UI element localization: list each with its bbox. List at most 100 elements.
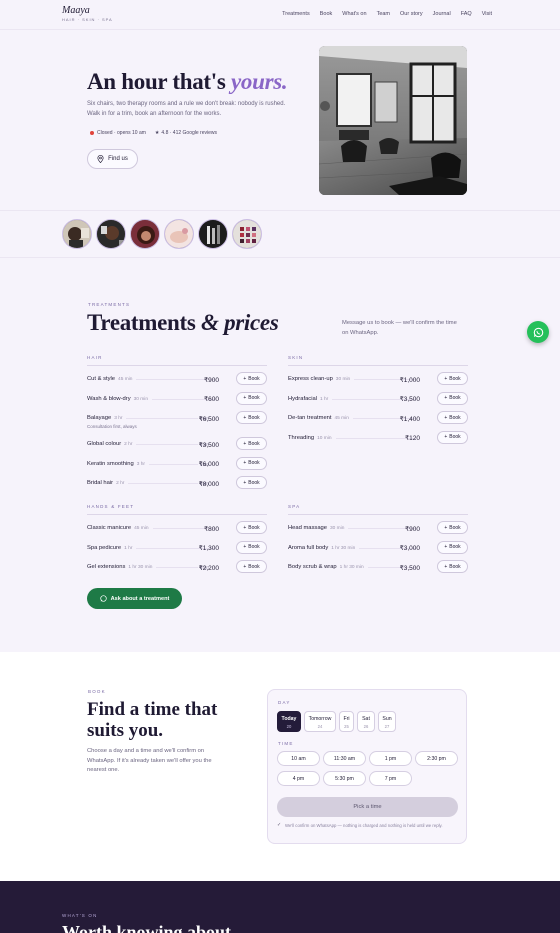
whatsapp-icon	[533, 327, 544, 338]
book-title: Find a time that suits you.	[87, 699, 218, 741]
opening-status: Closed · opens 10 am	[90, 130, 146, 136]
gallery-thumb-4[interactable]	[164, 219, 194, 249]
book-treatment-button[interactable]: + Book	[236, 540, 267, 554]
book-treatment-button[interactable]: + Book	[437, 540, 468, 554]
nav-link-faq[interactable]: FAQ	[461, 11, 472, 17]
treatment-duration: 10 min	[317, 435, 332, 441]
nav-link-treatments[interactable]: Treatments	[282, 11, 310, 17]
treatment-name-text: Keratin smoothing	[87, 460, 134, 467]
book-treatment-button[interactable]: + Book	[236, 411, 267, 424]
treatment-name-text: Body scrub & wrap	[288, 564, 337, 570]
book-treatment-button[interactable]: + Book	[236, 456, 267, 470]
treatment-name: Aroma full body 1 hr 30 min	[288, 545, 355, 551]
treatment-name: Classic manicure 45 min	[87, 525, 149, 531]
whats-on-section: WHAT'S ON Worth knowing about	[0, 881, 560, 933]
nav-link-our-story[interactable]: Our story	[400, 11, 423, 17]
logo-tagline: HAIR · SKIN · SPA	[62, 17, 113, 22]
day-date: 24	[317, 723, 323, 729]
book-label: Book	[248, 524, 260, 531]
treatment-row: Bridal hair 2 hr from ₹8,000 + Book	[87, 476, 267, 496]
day-option[interactable]: Fri 25	[339, 711, 354, 732]
book-treatment-button[interactable]: + Book	[437, 430, 468, 444]
time-option[interactable]: 7 pm	[369, 771, 412, 786]
booking-fine-print: We'll confirm on WhatsApp — nothing is c…	[285, 823, 443, 828]
ask-about-treatment-button[interactable]: Ask about a treatment	[87, 588, 182, 609]
pick-a-time-button[interactable]: Pick a time	[277, 797, 458, 817]
plus-icon: +	[243, 563, 247, 570]
book-treatment-button[interactable]: + Book	[437, 411, 468, 424]
hero-title: An hour that's yours.	[87, 69, 288, 95]
book-eyebrow: BOOK	[88, 689, 106, 694]
treatment-price: ₹1,300	[198, 545, 219, 552]
treatment-price: ₹120	[405, 435, 420, 442]
treatments-title: Treatments & prices	[87, 310, 279, 336]
gallery-thumb-3[interactable]	[130, 219, 160, 249]
treatment-duration: 30 min	[133, 396, 149, 402]
book-treatment-button[interactable]: + Book	[437, 521, 468, 534]
day-date: 20	[286, 723, 292, 729]
book-treatment-button[interactable]: + Book	[437, 391, 468, 405]
category-heading: SKIN	[288, 355, 468, 366]
treatment-row: Keratin smoothing 3 hr from ₹6,000 + Book	[87, 456, 267, 477]
treatment-name: Spa pedicure 1 hr	[87, 545, 132, 551]
logo[interactable]: Maaya HAIR · SKIN · SPA	[62, 5, 113, 22]
gallery-thumb-2[interactable]	[96, 219, 126, 249]
day-name: Today	[281, 715, 297, 722]
treatments-note: Message us to book — we'll confirm the t…	[342, 320, 457, 336]
top-nav: Maaya HAIR · SKIN · SPA Treatments Book …	[0, 0, 560, 30]
plus-icon: +	[243, 544, 247, 550]
nav-link-whats-on[interactable]: What's on	[342, 11, 366, 17]
treatments-title-main: Treatments	[87, 310, 196, 335]
hero-meta: Closed · opens 10 am ★ 4.8 · 412 Google r…	[90, 130, 217, 136]
plus-icon: +	[243, 414, 247, 421]
treatment-row: Aroma full body 1 hr 30 min ₹3,000 + Book	[288, 540, 468, 561]
whatsapp-float-button[interactable]	[527, 321, 549, 343]
category-heading: SPA	[288, 504, 468, 515]
time-label: TIME	[278, 741, 294, 746]
day-option[interactable]: Today 20	[277, 711, 301, 732]
nav-link-team[interactable]: Team	[377, 11, 390, 17]
hero-title-main: An hour that's	[87, 69, 226, 94]
day-option[interactable]: Tomorrow 24	[304, 711, 336, 732]
day-name: Fri	[343, 715, 350, 722]
gallery-thumb-5[interactable]	[198, 219, 228, 249]
nav-link-journal[interactable]: Journal	[433, 11, 451, 17]
book-treatment-button[interactable]: + Book	[236, 372, 267, 385]
treatment-name-text: Wash & blow-dry	[87, 395, 131, 402]
day-option[interactable]: Sun 27	[378, 711, 396, 732]
treatment-name-text: Global colour	[87, 441, 122, 447]
treatment-duration: 1 hr 30 min	[331, 545, 356, 551]
plus-icon: +	[444, 544, 448, 550]
book-treatment-button[interactable]: + Book	[236, 521, 267, 534]
rating[interactable]: ★ 4.8 · 412 Google reviews	[155, 130, 217, 136]
gallery-thumb-1[interactable]	[62, 219, 92, 249]
time-option[interactable]: 5:30 pm	[323, 771, 366, 786]
nav-link-visit[interactable]: Visit	[482, 11, 492, 17]
treatment-duration: 45 min	[118, 377, 133, 382]
time-option[interactable]: 11:30 am	[323, 751, 366, 766]
find-us-button[interactable]: Find us	[87, 149, 138, 169]
book-label: Book	[449, 375, 461, 382]
book-treatment-button[interactable]: + Book	[236, 476, 267, 489]
treatment-price: ₹3,500	[399, 396, 420, 403]
time-option[interactable]: 10 am	[277, 751, 320, 766]
book-label: Book	[248, 479, 260, 486]
treatment-name: Global colour 2 hr	[87, 441, 132, 447]
book-treatment-button[interactable]: + Book	[236, 391, 267, 405]
plus-icon: +	[444, 414, 448, 421]
time-option[interactable]: 2:30 pm	[415, 751, 458, 766]
hero-title-accent: yours.	[230, 69, 288, 94]
time-option[interactable]: 1 pm	[369, 751, 412, 766]
day-date: 26	[363, 723, 369, 729]
book-treatment-button[interactable]: + Book	[437, 560, 468, 573]
treatment-name-text: Gel extensions	[87, 564, 126, 570]
day-option[interactable]: Sat 26	[357, 711, 375, 732]
gallery-thumb-6[interactable]	[232, 219, 262, 249]
book-treatment-button[interactable]: + Book	[437, 372, 468, 385]
nav-link-book[interactable]: Book	[320, 11, 333, 17]
book-treatment-button[interactable]: + Book	[236, 560, 267, 573]
book-label: Book	[248, 563, 260, 570]
time-option[interactable]: 4 pm	[277, 771, 320, 786]
book-treatment-button[interactable]: + Book	[236, 437, 267, 450]
day-name: Sun	[382, 715, 392, 722]
